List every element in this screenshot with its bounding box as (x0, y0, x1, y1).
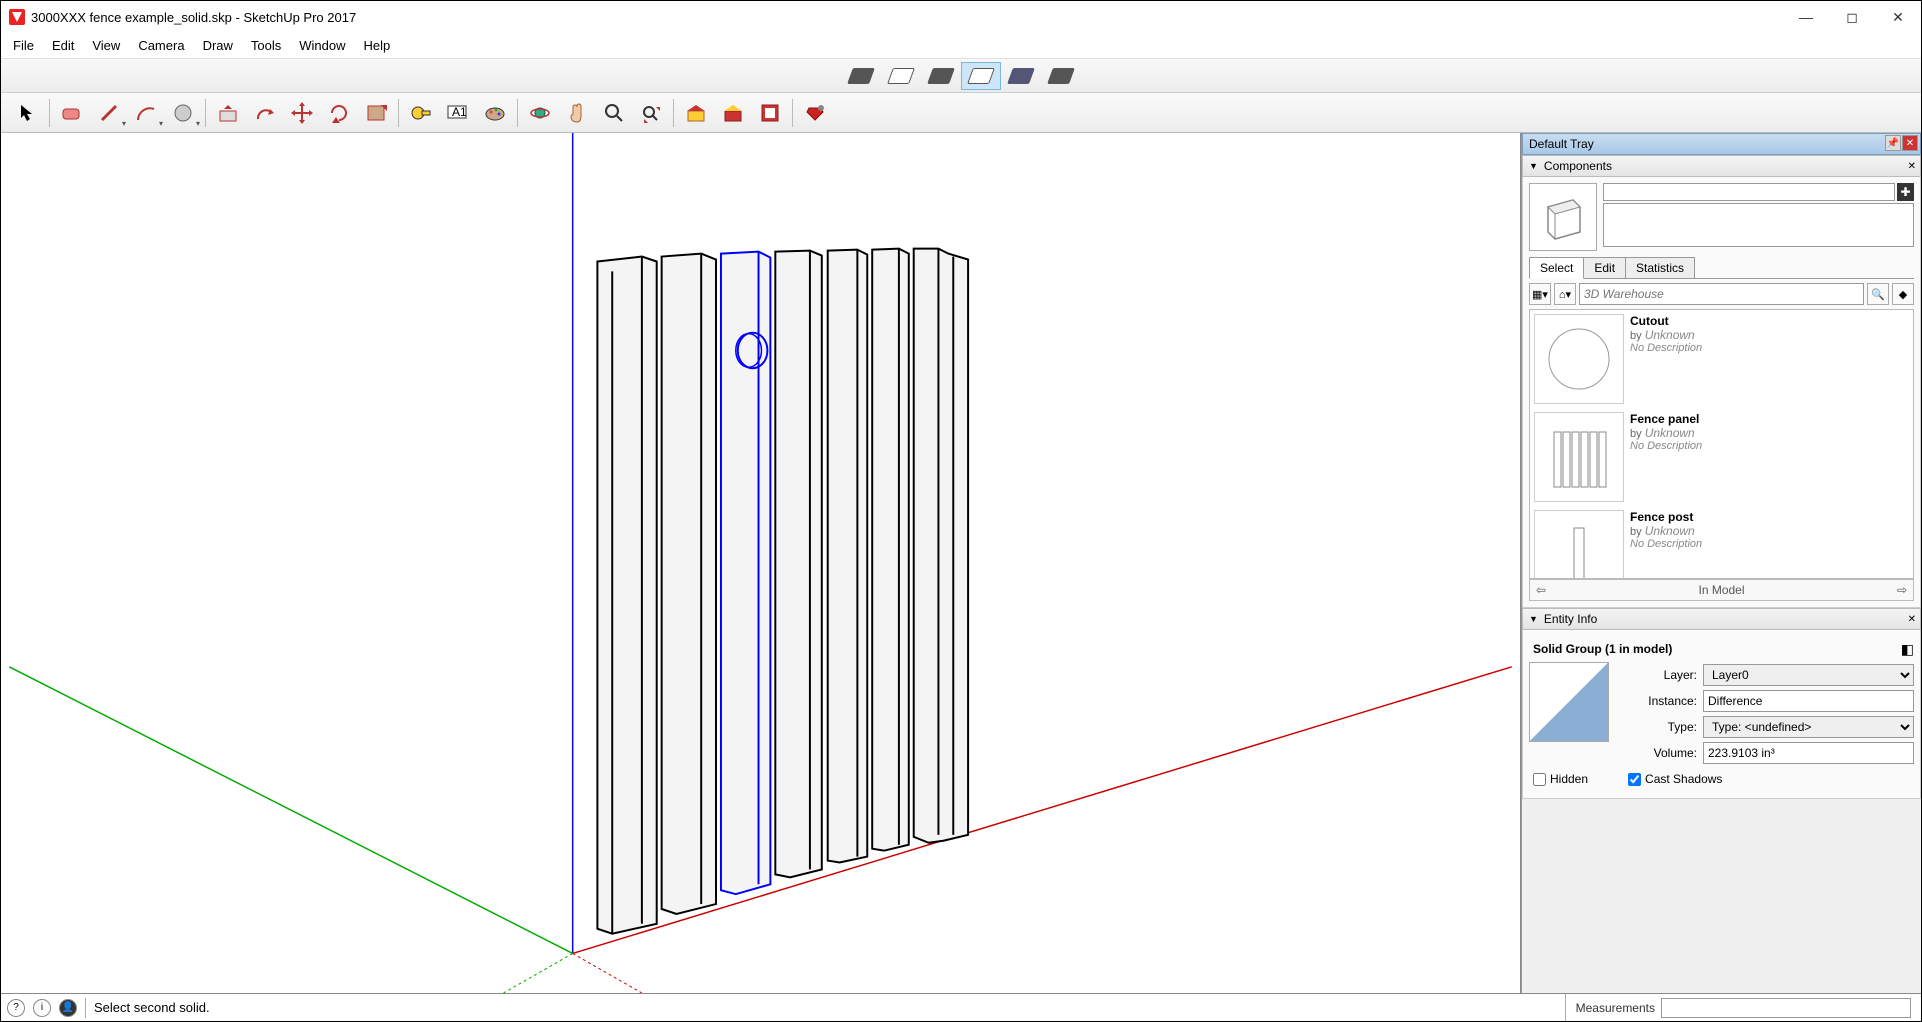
orbit-tool[interactable] (522, 97, 558, 129)
menu-camera[interactable]: Camera (130, 35, 192, 56)
menu-bar: File Edit View Camera Draw Tools Window … (1, 33, 1921, 59)
entity-info-close-icon[interactable]: ✕ (1908, 614, 1916, 625)
shape-tool[interactable] (165, 97, 201, 129)
style-btn-3[interactable] (921, 62, 961, 90)
ruby-tool[interactable] (797, 97, 833, 129)
search-icon[interactable]: 🔍 (1867, 283, 1889, 305)
status-bar: ? i 👤 Select second solid. Measurements (1, 993, 1921, 1021)
maximize-button[interactable]: ◻ (1829, 1, 1875, 33)
menu-view[interactable]: View (84, 35, 128, 56)
pan-tool[interactable] (559, 97, 595, 129)
menu-help[interactable]: Help (356, 35, 399, 56)
info-icon[interactable]: i (33, 999, 51, 1017)
cast-shadows-checkbox[interactable]: Cast Shadows (1628, 772, 1722, 786)
select-tool[interactable] (9, 97, 45, 129)
arc-tool[interactable] (128, 97, 164, 129)
extension-warehouse-tool[interactable] (715, 97, 751, 129)
pencil-tool[interactable] (91, 97, 127, 129)
tray-close-icon[interactable]: ✕ (1902, 135, 1918, 151)
app-icon (9, 9, 25, 25)
component-name-input[interactable] (1603, 183, 1895, 201)
entity-info-header[interactable]: Entity Info ✕ (1522, 608, 1921, 630)
paint-tool[interactable] (477, 97, 513, 129)
menu-tools[interactable]: Tools (243, 35, 289, 56)
warehouse-tool[interactable] (678, 97, 714, 129)
menu-window[interactable]: Window (291, 35, 353, 56)
minimize-button[interactable]: — (1783, 1, 1829, 33)
eraser-tool[interactable] (54, 97, 90, 129)
zoom-tool[interactable] (596, 97, 632, 129)
measurements-label: Measurements (1576, 1001, 1655, 1015)
search-input[interactable] (1579, 283, 1864, 305)
menu-edit[interactable]: Edit (44, 35, 82, 56)
svg-text:A1: A1 (452, 105, 467, 119)
title-bar: 3000XXX fence example_solid.skp - Sketch… (1, 1, 1921, 33)
text-tool[interactable]: A1 (440, 97, 476, 129)
home-button[interactable]: ⌂▾ (1554, 283, 1576, 305)
components-close-icon[interactable]: ✕ (1908, 161, 1916, 172)
style-btn-4[interactable] (961, 62, 1001, 90)
volume-field (1703, 742, 1914, 764)
tape-tool[interactable] (403, 97, 439, 129)
tab-select[interactable]: Select (1529, 257, 1584, 279)
components-panel-header[interactable]: Components ✕ (1522, 155, 1921, 177)
close-button[interactable]: ✕ (1875, 1, 1921, 33)
menu-draw[interactable]: Draw (195, 35, 241, 56)
list-item[interactable]: Fence panel by Unknown No Description (1530, 408, 1913, 506)
pushpull-tool[interactable] (210, 97, 246, 129)
tray-pin-icon[interactable]: 📌 (1885, 135, 1901, 151)
tab-edit[interactable]: Edit (1583, 257, 1626, 278)
entity-heading: Solid Group (1 in model) (1529, 636, 1676, 662)
help-icon[interactable]: ? (7, 999, 25, 1017)
status-message: Select second solid. (94, 1000, 210, 1015)
entity-menu-icon[interactable]: ◧ (1901, 641, 1914, 658)
measurements-input[interactable] (1661, 998, 1911, 1018)
entity-info-panel: Solid Group (1 in model) ◧ Layer:Layer0 … (1522, 630, 1921, 799)
view-mode-button[interactable]: ▦▾ (1529, 283, 1551, 305)
user-icon[interactable]: 👤 (59, 999, 77, 1017)
layer-select[interactable]: Layer0 (1703, 664, 1914, 686)
tray-title[interactable]: Default Tray 📌 ✕ (1522, 133, 1921, 155)
back-icon[interactable]: ⇦ (1536, 583, 1546, 597)
list-item[interactable]: Fence post by Unknown No Description (1530, 506, 1913, 579)
zoom-extents-tool[interactable] (633, 97, 669, 129)
nav-icon[interactable]: ◆ (1892, 283, 1914, 305)
type-select[interactable]: Type: <undefined> (1703, 716, 1914, 738)
menu-file[interactable]: File (5, 35, 42, 56)
fence-post-thumb (1534, 510, 1624, 579)
entity-thumb (1529, 662, 1609, 742)
tab-statistics[interactable]: Statistics (1625, 257, 1695, 278)
layout-tool[interactable] (752, 97, 788, 129)
cutout-thumb (1534, 314, 1624, 404)
fence-panel-thumb (1534, 412, 1624, 502)
scale-tool[interactable] (358, 97, 394, 129)
style-btn-2[interactable] (881, 62, 921, 90)
offset-tool[interactable] (247, 97, 283, 129)
component-list[interactable]: Cutout by Unknown No Description Fence p… (1529, 309, 1914, 579)
viewport-3d[interactable] (1, 133, 1521, 993)
window-title: 3000XXX fence example_solid.skp - Sketch… (31, 10, 356, 25)
move-tool[interactable] (284, 97, 320, 129)
hidden-checkbox[interactable]: Hidden (1533, 772, 1588, 786)
style-toolbar (1, 59, 1921, 93)
add-component-button[interactable]: ✚ (1897, 183, 1914, 201)
component-preview-thumb (1529, 183, 1597, 251)
in-model-label: In Model (1698, 583, 1744, 597)
forward-icon[interactable]: ⇨ (1897, 583, 1907, 597)
style-btn-6[interactable] (1041, 62, 1081, 90)
default-tray: Default Tray 📌 ✕ Components ✕ ✚ Se (1521, 133, 1921, 993)
style-btn-1[interactable] (841, 62, 881, 90)
rotate-tool[interactable] (321, 97, 357, 129)
list-item[interactable]: Cutout by Unknown No Description (1530, 310, 1913, 408)
style-btn-5[interactable] (1001, 62, 1041, 90)
instance-input[interactable] (1703, 690, 1914, 712)
components-panel: ✚ Select Edit Statistics ▦▾ ⌂▾ 🔍 ◆ (1522, 177, 1921, 608)
main-toolbar: A1 (1, 93, 1921, 133)
component-desc-input[interactable] (1603, 203, 1914, 247)
